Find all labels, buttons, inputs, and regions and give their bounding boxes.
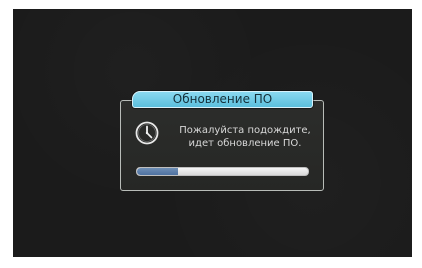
status-message: Пожалуйста подождите, идет обновление ПО… [176,124,314,150]
progress-bar [136,167,309,176]
status-message-line-2: идет обновление ПО. [188,138,302,149]
progress-bar-fill [137,168,179,175]
dialog-title: Обновление ПО [172,92,273,106]
dialog-title-tab: Обновление ПО [132,91,313,108]
status-message-line-1: Пожалуйста подождите, [179,125,311,136]
clock-icon [135,121,159,145]
